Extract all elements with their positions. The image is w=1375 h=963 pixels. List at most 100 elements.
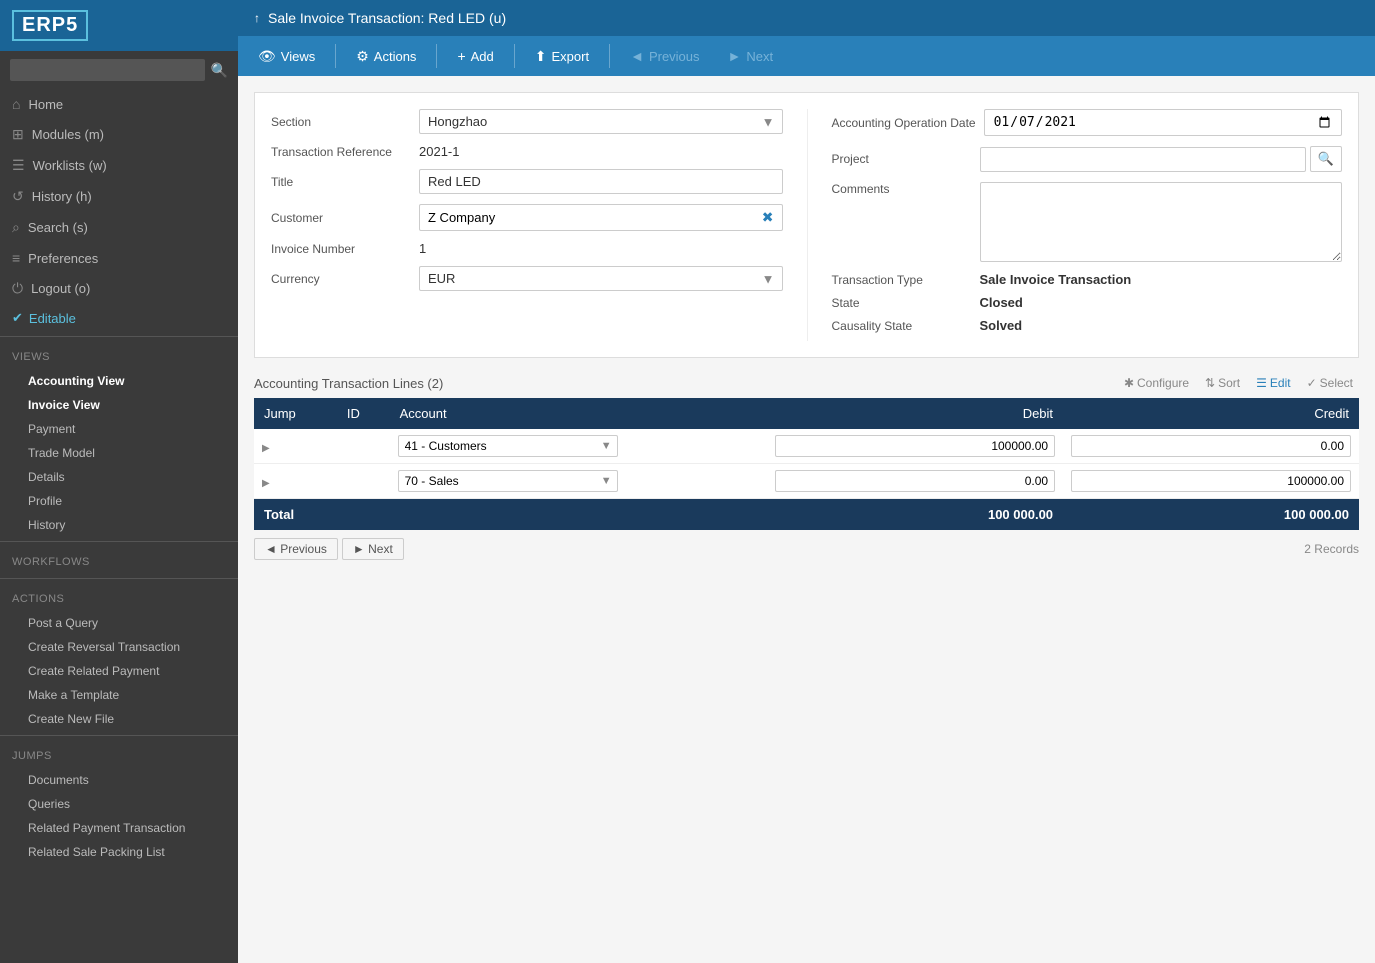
sidebar-item-create-payment[interactable]: Create Related Payment <box>0 659 238 683</box>
configure-button[interactable]: ✱ Configure <box>1118 374 1195 392</box>
project-search-button[interactable]: 🔍 <box>1310 146 1342 172</box>
state-label: State <box>832 296 972 310</box>
row2-arrow-icon[interactable]: ▶ <box>262 478 270 489</box>
previous-button[interactable]: ◄ Previous <box>618 42 711 70</box>
currency-label: Currency <box>271 272 411 286</box>
transaction-ref-label: Transaction Reference <box>271 145 411 159</box>
editable-item[interactable]: ✔ Editable <box>0 304 238 332</box>
sidebar-item-history[interactable]: ↺ History (h) <box>0 181 238 212</box>
accounting-lines-section: Accounting Transaction Lines (2) ✱ Confi… <box>254 374 1359 560</box>
row2-debit-input[interactable] <box>775 470 1055 492</box>
row1-arrow-icon[interactable]: ▶ <box>262 443 270 454</box>
jumps-section-header: JUMPS <box>0 744 238 768</box>
row2-account: 70 - Sales ▼ <box>390 464 768 499</box>
customer-label: Customer <box>271 211 411 225</box>
transaction-ref-row: Transaction Reference 2021-1 <box>271 144 783 159</box>
views-icon: 👁 <box>258 48 276 65</box>
form-grid: Section Hongzhao ▼ Transaction Reference… <box>254 92 1359 358</box>
sidebar-item-modules[interactable]: ⊞ Modules (m) <box>0 119 238 150</box>
project-input[interactable] <box>980 147 1306 172</box>
comments-textarea[interactable] <box>980 182 1343 262</box>
row2-account-select[interactable]: 70 - Sales <box>398 470 618 492</box>
sidebar-item-history-view[interactable]: History <box>0 513 238 537</box>
sidebar-item-create-reversal[interactable]: Create Reversal Transaction <box>0 635 238 659</box>
sidebar-item-create-file[interactable]: Create New File <box>0 707 238 731</box>
sidebar-item-payment[interactable]: Payment <box>0 417 238 441</box>
sidebar-item-home[interactable]: ⌂ Home <box>0 89 238 119</box>
pagination: ◄ Previous ► Next 2 Records <box>254 538 1359 560</box>
select-button[interactable]: ✓ Select <box>1301 374 1359 392</box>
sort-label: Sort <box>1218 376 1240 390</box>
modules-icon: ⊞ <box>12 126 24 143</box>
customer-clear-icon[interactable]: ✖ <box>754 205 782 230</box>
sidebar-item-modules-label: Modules (m) <box>32 127 104 142</box>
accounting-date-label: Accounting Operation Date <box>832 116 976 130</box>
row1-debit-input[interactable] <box>775 435 1055 457</box>
comments-label: Comments <box>832 182 972 196</box>
sidebar-item-home-label: Home <box>28 97 63 112</box>
edit-button[interactable]: ☰ Edit <box>1250 374 1296 392</box>
main-content: ↑ Sale Invoice Transaction: Red LED (u) … <box>238 0 1375 963</box>
next-label: Next <box>746 49 773 64</box>
sidebar-item-trade-model[interactable]: Trade Model <box>0 441 238 465</box>
currency-select[interactable]: EUR <box>419 266 783 291</box>
row1-account: 41 - Customers ▼ <box>390 429 768 464</box>
sidebar-item-queries[interactable]: Queries <box>0 792 238 816</box>
causality-state-label: Causality State <box>832 319 972 333</box>
next-button[interactable]: ► Next <box>716 42 786 70</box>
sidebar-item-worklists[interactable]: ☰ Worklists (w) <box>0 150 238 181</box>
sidebar-item-profile[interactable]: Profile <box>0 489 238 513</box>
edit-icon: ☰ <box>1256 376 1267 390</box>
table-next-button[interactable]: ► Next <box>342 538 404 560</box>
actions-section-header: ACTIONS <box>0 587 238 611</box>
table-previous-button[interactable]: ◄ Previous <box>254 538 338 560</box>
project-label: Project <box>832 152 972 166</box>
actions-button[interactable]: ⚙ Actions <box>344 42 428 71</box>
sidebar-item-logout[interactable]: ⏻ Logout (o) <box>0 273 238 304</box>
add-button[interactable]: + Add <box>445 42 505 70</box>
sidebar-item-accounting-view[interactable]: Accounting View <box>0 369 238 393</box>
row2-credit-input[interactable] <box>1071 470 1351 492</box>
accounting-date-input[interactable] <box>984 109 1342 136</box>
views-label: Views <box>281 49 315 64</box>
content-area: Section Hongzhao ▼ Transaction Reference… <box>238 76 1375 963</box>
currency-select-wrap: EUR ▼ <box>419 266 783 291</box>
search-nav-icon: ⌕ <box>12 219 20 236</box>
sidebar-item-search[interactable]: ⌕ Search (s) <box>0 212 238 243</box>
accounting-table: Jump ID Account Debit Credit ▶ <box>254 398 1359 530</box>
row1-jump: ▶ <box>254 429 337 464</box>
sidebar-item-related-payment[interactable]: Related Payment Transaction <box>0 816 238 840</box>
sidebar-item-make-template[interactable]: Make a Template <box>0 683 238 707</box>
sidebar-item-post-query[interactable]: Post a Query <box>0 611 238 635</box>
state-value: Closed <box>980 295 1023 310</box>
sidebar-item-related-packing[interactable]: Related Sale Packing List <box>0 840 238 864</box>
views-button[interactable]: 👁 Views <box>246 42 327 71</box>
sort-button[interactable]: ⇅ Sort <box>1199 374 1246 392</box>
actions-label: Actions <box>374 49 417 64</box>
customer-input[interactable] <box>420 206 754 229</box>
col-account: Account <box>390 398 768 429</box>
total-label: Total <box>254 499 767 531</box>
search-icon[interactable]: 🔍 <box>211 62 228 79</box>
col-jump: Jump <box>254 398 337 429</box>
section-select[interactable]: Hongzhao <box>419 109 783 134</box>
toolbar-separator-2 <box>436 44 437 68</box>
row1-account-select[interactable]: 41 - Customers <box>398 435 618 457</box>
form-right: Accounting Operation Date Project 🔍 Comm… <box>807 109 1343 341</box>
sidebar-item-documents[interactable]: Documents <box>0 768 238 792</box>
row2-debit <box>767 464 1063 499</box>
sidebar-item-details[interactable]: Details <box>0 465 238 489</box>
next-icon: ► <box>728 48 742 64</box>
table-row: ▶ 70 - Sales ▼ <box>254 464 1359 499</box>
comments-row: Comments <box>832 182 1343 262</box>
total-row: Total 100 000.00 100 000.00 <box>254 499 1359 531</box>
title-input[interactable] <box>419 169 783 194</box>
sidebar-item-preferences-label: Preferences <box>28 251 98 266</box>
export-button[interactable]: ⬆ Export <box>523 42 601 71</box>
title-row: Title <box>271 169 783 194</box>
search-input[interactable] <box>10 59 205 81</box>
sidebar-item-invoice-view[interactable]: Invoice View <box>0 393 238 417</box>
row1-credit-input[interactable] <box>1071 435 1351 457</box>
sidebar-item-preferences[interactable]: ≡ Preferences <box>0 243 238 273</box>
logo-area: ERP5 <box>0 0 238 51</box>
